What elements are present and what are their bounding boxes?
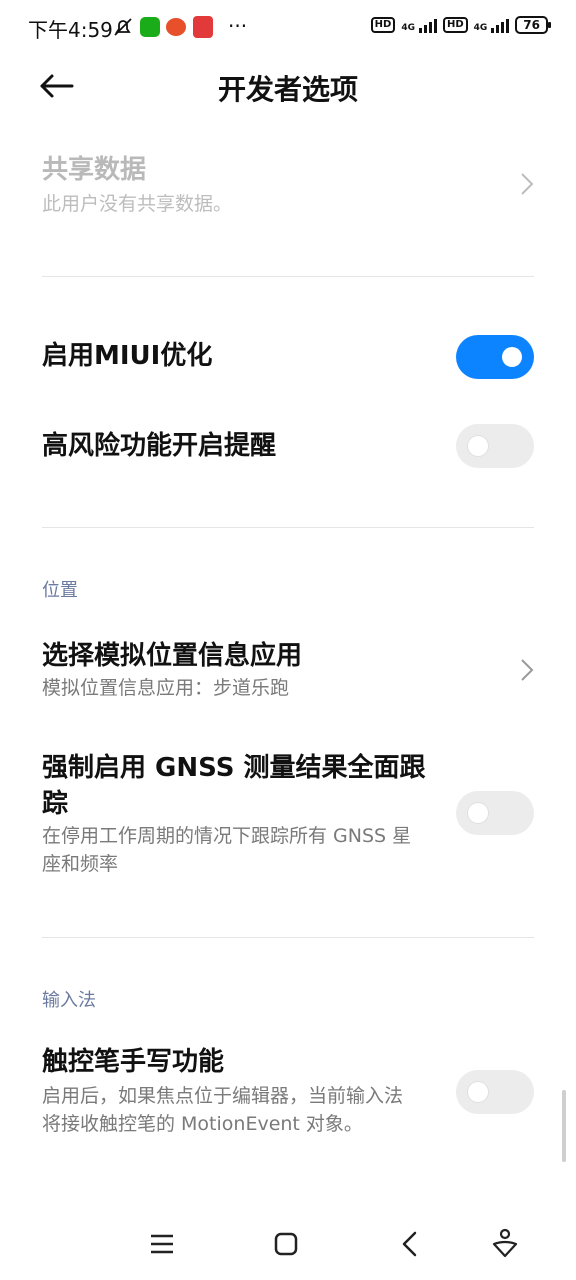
- more-notifications-icon: ···: [228, 14, 248, 38]
- signal-1: 4G: [401, 17, 437, 33]
- gnss-title-line2: 踪: [42, 789, 69, 819]
- page-title: 开发者选项: [217, 73, 358, 106]
- miui-optimization-title: 启用MIUI优化: [42, 341, 213, 371]
- status-right: HD 4G HD 4G 76: [370, 16, 551, 34]
- toggle-knob: [502, 347, 522, 367]
- network-type-1: 4G: [401, 23, 415, 33]
- stylus-subtitle-line2: 将接收触控笔的 MotionEvent 对象。: [42, 1113, 363, 1135]
- app-badge-icon: [193, 16, 213, 38]
- stylus-toggle[interactable]: [456, 1070, 534, 1114]
- app-notification-icon: [166, 18, 186, 36]
- nav-back-button[interactable]: [388, 1224, 432, 1264]
- signal-bars-icon: [418, 17, 437, 33]
- section-header-input-method: 输入法: [42, 990, 96, 1011]
- scrollbar[interactable]: [562, 1090, 566, 1162]
- home-square-icon: [274, 1232, 298, 1256]
- menu-button[interactable]: [140, 1224, 184, 1264]
- gnss-toggle[interactable]: [456, 791, 534, 835]
- mock-location-item[interactable]: 选择模拟位置信息应用 模拟位置信息应用：步道乐跑: [0, 634, 576, 708]
- status-time: 下午4:59: [28, 18, 113, 42]
- chevron-right-icon: [521, 659, 534, 681]
- section-header-location: 位置: [42, 580, 78, 601]
- chevron-left-icon: [402, 1231, 417, 1257]
- shared-data-subtitle: 此用户没有共享数据。: [42, 193, 233, 215]
- divider: [42, 276, 534, 277]
- mock-location-subtitle: 模拟位置信息应用：步道乐跑: [42, 677, 290, 699]
- gnss-title-line1: 强制启用 GNSS 测量结果全面跟: [42, 753, 426, 783]
- risk-alert-toggle[interactable]: [456, 424, 534, 468]
- assistant-button[interactable]: [483, 1224, 527, 1264]
- network-type-2: 4G: [473, 23, 488, 33]
- miui-optimization-toggle[interactable]: [456, 335, 534, 379]
- risk-alert-title: 高风险功能开启提醒: [42, 431, 277, 461]
- shared-data-item[interactable]: 共享数据 此用户没有共享数据。: [0, 148, 576, 228]
- toggle-knob: [468, 803, 488, 823]
- divider: [42, 937, 534, 938]
- shared-data-title: 共享数据: [42, 155, 147, 185]
- signal-bars-icon: [491, 17, 510, 33]
- chevron-right-icon: [521, 173, 534, 195]
- menu-icon: [151, 1234, 173, 1254]
- stylus-title: 触控笔手写功能: [42, 1047, 225, 1077]
- gnss-subtitle-line2: 座和频率: [42, 853, 119, 875]
- signal-2: 4G: [474, 17, 510, 33]
- wechat-icon: [140, 17, 160, 37]
- home-button[interactable]: [264, 1224, 308, 1264]
- stylus-subtitle-line1: 启用后，如果焦点位于编辑器，当前输入法: [42, 1085, 404, 1107]
- hd-badge-2: HD: [442, 17, 468, 33]
- mock-location-title: 选择模拟位置信息应用: [42, 641, 303, 671]
- battery-icon: 76: [515, 16, 551, 34]
- toggle-knob: [468, 1082, 488, 1102]
- toggle-knob: [468, 436, 488, 456]
- mute-bell-icon: [114, 18, 132, 36]
- gnss-subtitle-line1: 在停用工作周期的情况下跟踪所有 GNSS 星: [42, 825, 412, 847]
- assistant-icon: [492, 1228, 518, 1258]
- hd-badge-1: HD: [370, 17, 396, 33]
- divider: [42, 527, 534, 528]
